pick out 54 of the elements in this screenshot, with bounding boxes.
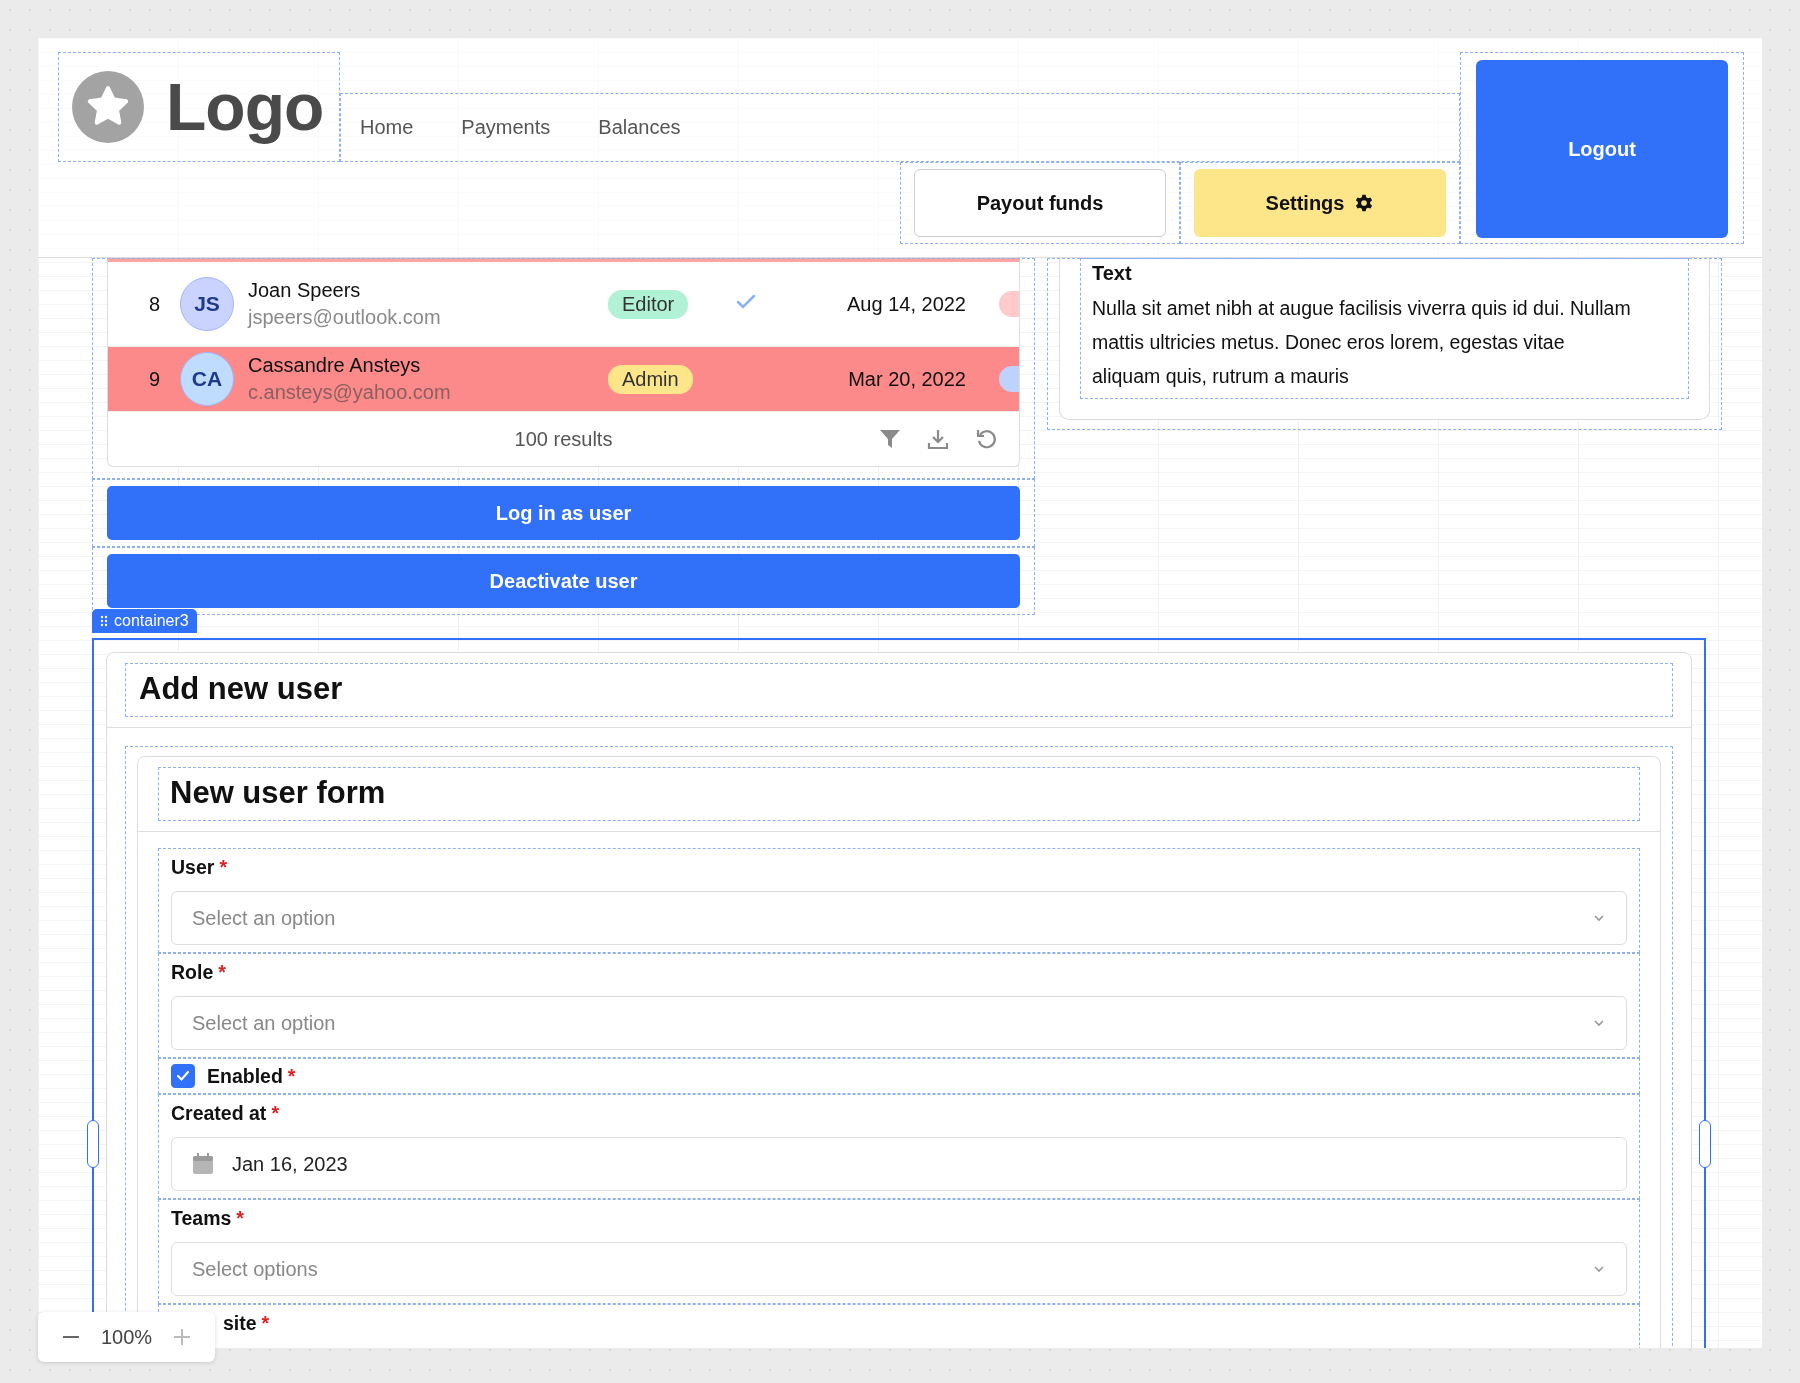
date-cell-text: Aug 14, 2022 [846, 292, 966, 316]
action-button[interactable]: Deactivate user [107, 554, 1020, 608]
select-field[interactable]: Select options [171, 1242, 1627, 1296]
text-title: Text [1092, 262, 1133, 285]
download-icon[interactable] [927, 428, 949, 450]
resize-handle[interactable] [1699, 1120, 1711, 1168]
row-number: 9 [147, 367, 161, 391]
chevron-down-icon [1592, 913, 1606, 923]
avatar: CA [180, 352, 234, 406]
user-name: Cassandre Ansteys [248, 354, 422, 377]
chevron-down-icon [1592, 1018, 1606, 1028]
field-label: Role * [171, 961, 227, 984]
field-label: site * [222, 1312, 271, 1335]
nav-link[interactable]: Home [360, 116, 414, 139]
date-cell-text: Mar 20, 2022 [847, 367, 966, 391]
nav-link[interactable]: Balances [598, 116, 681, 139]
zoom-level: 100% [100, 1325, 153, 1349]
logout-button[interactable]: Logout [1476, 60, 1728, 238]
logo-text: Logo [166, 69, 324, 145]
field-label: Teams * [171, 1207, 245, 1230]
gear-icon [1354, 193, 1375, 213]
check-icon [176, 1070, 190, 1082]
select-field[interactable]: Select an option [171, 996, 1627, 1050]
role-badge: Editor [608, 289, 689, 319]
user-name: Joan Speers [248, 279, 362, 302]
minus-icon[interactable] [62, 1335, 79, 1339]
action-button[interactable]: Log in as user [107, 486, 1020, 540]
section-title: Add new user [125, 663, 1673, 717]
container-tag[interactable]: container3 [92, 609, 197, 633]
user-email: jspeers@outlook.com [248, 306, 442, 329]
table-row[interactable]: 9 CA Cassandre Ansteys c.ansteys@yahoo.com Admin Mar 20, 2022 [108, 347, 1019, 412]
nav-link[interactable]: Payments [461, 116, 551, 139]
avatar: JS [180, 277, 234, 331]
field-label: Enabled * [207, 1064, 296, 1088]
refresh-icon[interactable] [975, 428, 997, 450]
settings-button[interactable]: Settings [1194, 169, 1446, 237]
select-field[interactable]: Select an option [171, 891, 1627, 945]
user-email: c.ansteys@yahoo.com [248, 381, 452, 404]
payout-button[interactable]: Payout funds [914, 169, 1166, 237]
date-field[interactable]: Jan 16, 2023 [171, 1137, 1627, 1191]
drag-icon [100, 615, 108, 627]
checkbox[interactable] [171, 1064, 195, 1088]
resize-handle[interactable] [87, 1120, 99, 1168]
row-number: 8 [147, 292, 161, 316]
form-title: New user form [158, 767, 1640, 821]
text-paragraph: Nulla sit amet nibh at augue facilisis viverra quis id dui. Nullam mattis ultricies metus. Donec eros lorem, egestas vitae aliquam quis, rutrum a mauris [1092, 296, 1632, 389]
results-count: 100 results [514, 427, 613, 451]
chevron-down-icon [1592, 1264, 1606, 1274]
role-badge: Admin [608, 364, 693, 394]
filter-icon[interactable] [879, 428, 901, 450]
calendar-icon [192, 1153, 214, 1175]
field-label: Created at * [171, 1102, 280, 1125]
logo-icon [72, 71, 144, 143]
field-label: User * [171, 856, 228, 879]
